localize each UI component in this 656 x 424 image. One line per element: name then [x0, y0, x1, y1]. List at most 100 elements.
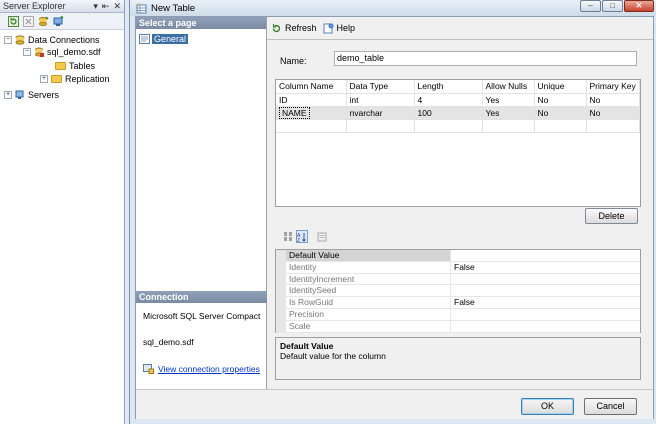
- cell-column-name[interactable]: ID: [276, 93, 347, 107]
- tree-label: Tables: [69, 61, 96, 71]
- connection-server: Microsoft SQL Server Compact: [143, 311, 261, 321]
- col-header-unique[interactable]: Unique: [534, 80, 587, 94]
- tree-db-file[interactable]: − sql_demo.sdf: [23, 47, 101, 57]
- cell-empty[interactable]: [346, 119, 415, 133]
- property-grid-toolbar: AZ: [282, 230, 328, 243]
- tree-replication[interactable]: + Replication: [40, 74, 110, 84]
- cell-column-name[interactable]: NAME: [276, 106, 347, 120]
- help-button[interactable]: ? Help: [323, 23, 356, 34]
- property-row[interactable]: Default Value: [276, 250, 640, 262]
- stop-icon[interactable]: [23, 15, 34, 27]
- cell-allow-nulls[interactable]: Yes: [482, 93, 535, 107]
- categorized-icon[interactable]: [282, 230, 294, 243]
- cell-empty[interactable]: [414, 119, 483, 133]
- col-header-column-name[interactable]: Column Name: [276, 80, 347, 94]
- connect-server-icon[interactable]: [53, 15, 64, 27]
- help-label: Help: [336, 23, 356, 33]
- cell-length[interactable]: 4: [414, 93, 483, 107]
- columns-grid[interactable]: Column Name Data Type Length Allow Nulls…: [275, 79, 641, 207]
- property-row[interactable]: IdentitySeed: [276, 285, 640, 298]
- tree-tables[interactable]: Tables: [55, 61, 95, 71]
- alphabetical-icon[interactable]: AZ: [296, 230, 308, 243]
- new-table-icon: [136, 2, 147, 13]
- cell-allow-nulls[interactable]: Yes: [482, 106, 535, 120]
- cell-length[interactable]: 100: [414, 106, 483, 120]
- server-explorer-toolbar: [0, 13, 124, 30]
- property-name: IdentitySeed: [286, 285, 451, 297]
- cell-column-name-text: NAME: [279, 106, 310, 119]
- cell-empty[interactable]: [276, 119, 347, 133]
- property-gutter: [276, 250, 286, 261]
- property-row[interactable]: Identity False: [276, 261, 640, 274]
- new-table-dialog: New Table – □ ✕ Select a page General Co…: [129, 0, 656, 424]
- property-value[interactable]: [451, 321, 454, 332]
- property-value[interactable]: [451, 274, 454, 285]
- expand-icon[interactable]: +: [40, 75, 48, 83]
- property-row[interactable]: Precision: [276, 308, 640, 321]
- cell-data-type[interactable]: int: [346, 93, 415, 107]
- minimize-button[interactable]: –: [580, 0, 601, 12]
- col-header-allow-nulls[interactable]: Allow Nulls: [482, 80, 535, 94]
- cell-empty[interactable]: [482, 119, 535, 133]
- pin-icon[interactable]: ⇤: [102, 1, 110, 12]
- collapse-icon[interactable]: −: [4, 36, 12, 44]
- property-row[interactable]: Is RowGuid False: [276, 297, 640, 309]
- property-value[interactable]: [451, 285, 454, 296]
- dialog-title: New Table: [151, 2, 196, 14]
- cell-unique[interactable]: No: [534, 93, 587, 107]
- view-connection-properties-link[interactable]: View connection properties: [143, 364, 260, 374]
- property-value[interactable]: [451, 250, 454, 261]
- refresh-icon[interactable]: [8, 15, 19, 27]
- refresh-icon: [272, 23, 281, 32]
- page-general[interactable]: General: [139, 34, 189, 44]
- cell-primary-key[interactable]: No: [586, 106, 640, 120]
- cancel-button[interactable]: Cancel: [584, 398, 637, 415]
- svg-text:Z: Z: [297, 238, 300, 242]
- property-value[interactable]: False: [451, 297, 475, 308]
- col-header-data-type[interactable]: Data Type: [346, 80, 415, 94]
- property-value[interactable]: [451, 309, 454, 320]
- connection-properties-icon: [143, 364, 154, 374]
- property-pages-icon[interactable]: [316, 230, 328, 243]
- connect-database-icon[interactable]: [38, 15, 49, 27]
- tree-servers[interactable]: + Servers: [4, 90, 59, 100]
- server-explorer-titlebar: Server Explorer ▾ ⇤ ✕: [0, 0, 124, 13]
- expand-icon[interactable]: +: [4, 91, 12, 99]
- dialog-body: Select a page General Connection Microso…: [135, 16, 654, 419]
- tree-data-connections[interactable]: − Data Connections: [4, 35, 100, 45]
- general-page: Refresh ? Help Name: demo_table Column N…: [267, 17, 653, 389]
- properties-page-icon: [139, 34, 150, 44]
- property-grid[interactable]: Default Value Identity False IdentityInc…: [275, 249, 641, 333]
- close-button[interactable]: ✕: [624, 0, 654, 12]
- property-row[interactable]: Scale: [276, 320, 640, 333]
- col-header-primary-key[interactable]: Primary Key: [586, 80, 640, 94]
- delete-button[interactable]: Delete: [585, 208, 638, 224]
- property-name: Is RowGuid: [286, 297, 451, 308]
- cell-unique[interactable]: No: [534, 106, 587, 120]
- table-name-input[interactable]: demo_table: [334, 51, 637, 66]
- panel-dropdown-icon[interactable]: ▾: [93, 1, 98, 12]
- table-row[interactable]: ID int 4 Yes No No: [276, 93, 640, 107]
- cell-empty[interactable]: [534, 119, 587, 133]
- server-explorer-title: Server Explorer: [3, 1, 66, 11]
- property-value[interactable]: False: [451, 262, 475, 273]
- panel-close-icon[interactable]: ✕: [113, 1, 121, 12]
- refresh-button[interactable]: Refresh: [271, 23, 317, 34]
- property-row[interactable]: IdentityIncrement: [276, 273, 640, 286]
- cell-empty[interactable]: [586, 119, 640, 133]
- folder-icon: [55, 62, 66, 70]
- property-gutter: [276, 285, 286, 297]
- window-controls: – □ ✕: [580, 0, 654, 12]
- name-label: Name:: [280, 56, 307, 66]
- page-toolbar: Refresh ? Help: [267, 17, 653, 40]
- maximize-button[interactable]: □: [602, 0, 623, 12]
- col-header-length[interactable]: Length: [414, 80, 483, 94]
- cell-primary-key[interactable]: No: [586, 93, 640, 107]
- property-name: Precision: [286, 308, 451, 320]
- ok-button[interactable]: OK: [521, 398, 574, 415]
- collapse-icon[interactable]: −: [23, 48, 31, 56]
- cell-data-type[interactable]: nvarchar: [346, 106, 415, 120]
- table-row-selected[interactable]: NAME nvarchar 100 Yes No No: [276, 106, 640, 120]
- table-row-empty[interactable]: [276, 119, 640, 133]
- property-name: IdentityIncrement: [286, 273, 451, 285]
